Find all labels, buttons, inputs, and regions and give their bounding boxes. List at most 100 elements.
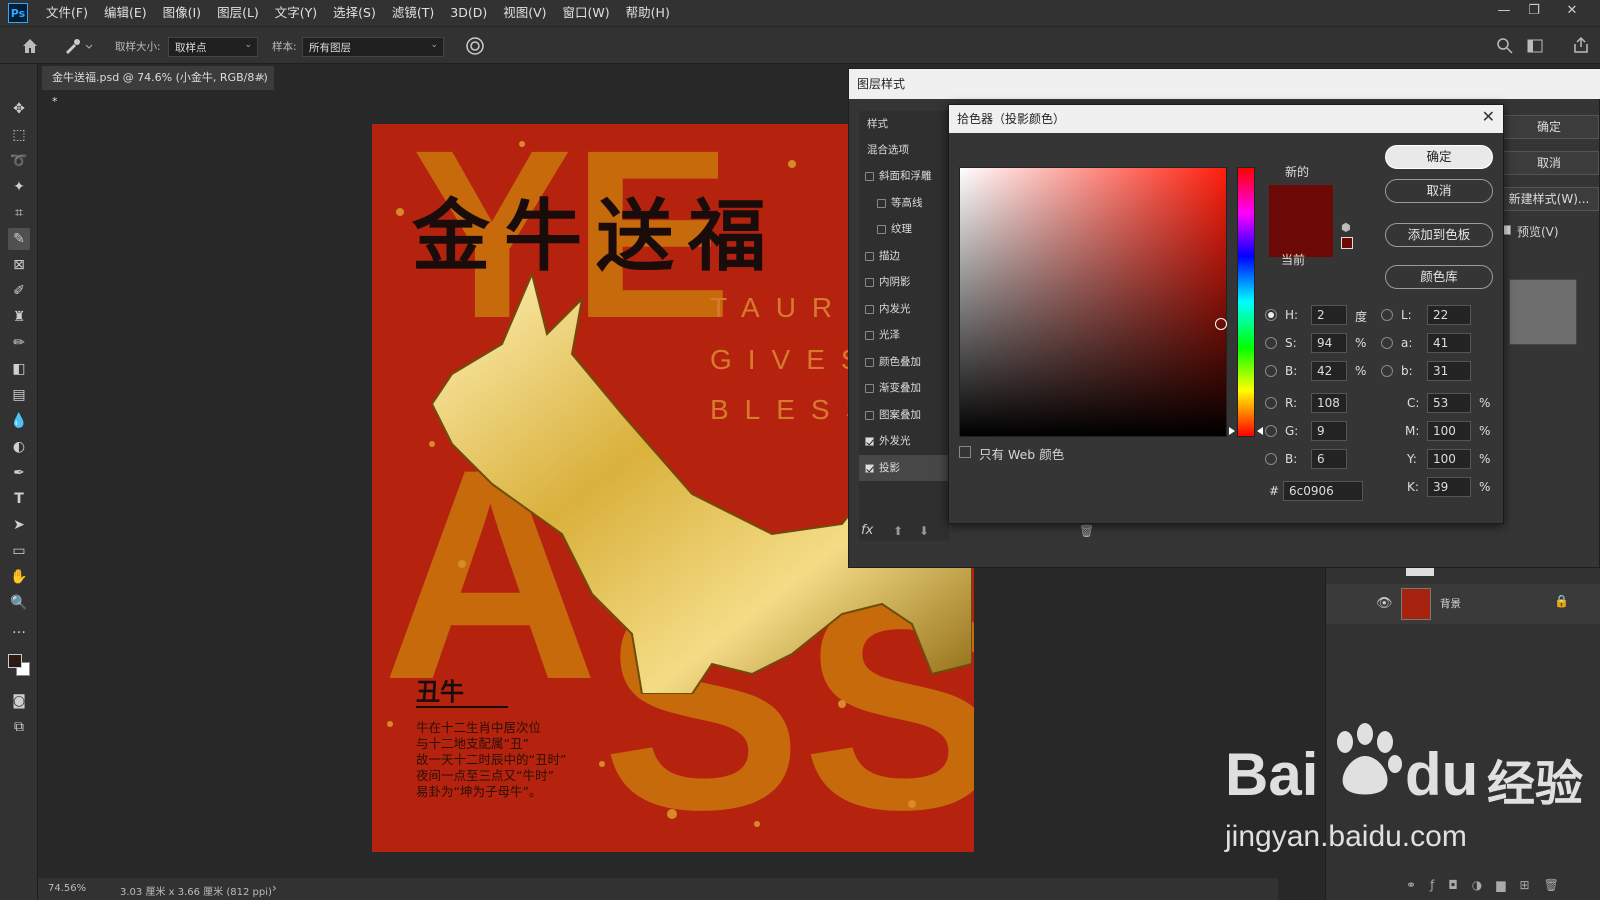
menu-image[interactable]: 图像(I) [155,0,209,26]
zoom-tool-icon[interactable]: 🔍 [8,592,30,614]
style-item[interactable]: 光泽 [859,322,949,348]
s-radio[interactable] [1265,337,1277,349]
link-layers-icon[interactable]: ⚭ [1406,878,1430,892]
style-item-checkbox[interactable] [865,278,874,287]
marquee-tool-icon[interactable]: ⬚ [8,124,30,146]
style-item[interactable]: 内发光 [859,296,949,322]
k-field[interactable]: 39 [1427,477,1471,497]
picker-ok-button[interactable]: 确定 [1385,145,1493,169]
menu-edit[interactable]: 编辑(E) [96,0,155,26]
eyedropper-tool-icon[interactable]: ✎ [8,228,30,250]
home-icon[interactable] [20,36,40,56]
styles-header[interactable]: 样式 [859,111,949,137]
web-colors-checkbox[interactable] [959,446,971,458]
fx-menu-icon[interactable]: fx [861,523,873,538]
fx-icon[interactable]: ƒ [1430,878,1448,892]
h-radio[interactable] [1265,309,1277,321]
a-field[interactable]: 41 [1427,333,1471,353]
layer-style-ok-button[interactable]: 确定 [1499,115,1599,139]
dodge-tool-icon[interactable]: ◐ [8,436,30,458]
style-item-checkbox[interactable] [865,410,874,420]
style-item-checkbox[interactable] [865,437,874,446]
close-window-icon[interactable]: ✕ [1560,3,1584,23]
l-radio[interactable] [1381,309,1393,321]
style-item-checkbox[interactable] [865,251,874,261]
rgb-b-radio[interactable] [1265,453,1277,465]
quick-mask-icon[interactable]: ◙ [8,690,30,712]
layer-row-background[interactable]: 👁 背景 🔒 [1326,584,1600,624]
l-field[interactable]: 22 [1427,305,1471,325]
menu-help[interactable]: 帮助(H) [618,0,678,26]
style-item-checkbox[interactable] [865,463,874,473]
menu-window[interactable]: 窗口(W) [555,0,618,26]
pen-tool-icon[interactable]: ✒ [8,462,30,484]
style-item[interactable]: 投影 [859,454,949,481]
h-field[interactable]: 2 [1311,305,1347,325]
lab-b-field[interactable]: 31 [1427,361,1471,381]
m-field[interactable]: 100 [1427,421,1471,441]
foreground-color-swatch[interactable] [8,654,22,668]
add-to-swatches-button[interactable]: 添加到色板 [1385,223,1493,247]
r-field[interactable]: 108 [1311,393,1347,413]
move-tool-icon[interactable]: ✥ [8,98,30,120]
new-style-button[interactable]: 新建样式(W)... [1499,187,1599,211]
blur-tool-icon[interactable]: 💧 [8,410,30,432]
style-item[interactable]: 内阴影 [859,269,949,295]
path-select-tool-icon[interactable]: ➤ [8,514,30,536]
close-icon[interactable]: ✕ [1482,107,1495,126]
s-field[interactable]: 94 [1311,333,1347,353]
sample-size-select[interactable]: 取样点 ⌄ [168,37,258,57]
status-arrow-icon[interactable]: › [272,881,277,895]
eye-visibility-icon[interactable]: 👁 [1376,596,1393,611]
move-down-icon[interactable]: ⬇ [919,524,929,538]
style-item[interactable]: 斜面和浮雕 [859,163,949,189]
frame-tool-icon[interactable]: ⊠ [8,254,30,276]
style-item[interactable]: 颜色叠加 [859,349,949,375]
close-tab-icon[interactable]: × [257,66,266,90]
saturation-brightness-field[interactable] [959,167,1227,437]
menu-view[interactable]: 视图(V) [495,0,554,26]
hue-slider-handle-left[interactable] [1229,427,1235,435]
style-item[interactable]: 纹理 [859,216,949,242]
hand-tool-icon[interactable]: ✋ [8,566,30,588]
folder-icon[interactable]: ▆ [1496,878,1519,892]
g-field[interactable]: 9 [1311,421,1347,441]
share-icon[interactable] [1572,36,1590,54]
stamp-tool-icon[interactable]: ♜ [8,306,30,328]
screen-mode-icon[interactable]: ⧉ [8,716,30,738]
eyedropper-tool-icon[interactable] [62,36,94,56]
crop-tool-icon[interactable]: ⌗ [8,202,30,224]
a-radio[interactable] [1381,337,1393,349]
color-marker[interactable] [1215,318,1227,330]
menu-select[interactable]: 选择(S) [325,0,384,26]
lasso-tool-icon[interactable]: ➰ [8,150,30,172]
r-radio[interactable] [1265,397,1277,409]
rgb-b-field[interactable]: 6 [1311,449,1347,469]
style-item-checkbox[interactable] [865,384,874,393]
style-item-checkbox[interactable] [865,357,874,367]
style-item-checkbox[interactable] [865,172,874,181]
adjustment-icon[interactable]: ◑ [1472,878,1496,892]
style-item-checkbox[interactable] [865,331,874,340]
menu-filter[interactable]: 滤镜(T) [384,0,442,26]
style-item-checkbox[interactable] [877,225,886,234]
web-safe-swatch[interactable] [1341,237,1353,249]
lab-b-radio[interactable] [1381,365,1393,377]
style-item[interactable]: 图案叠加 [859,402,949,428]
g-radio[interactable] [1265,425,1277,437]
sample-ring-icon[interactable] [465,36,485,56]
web-colors-row[interactable]: 只有 Web 颜色 [959,443,1109,462]
document-tab[interactable]: 金牛送福.psd @ 74.6% (小金牛, RGB/8#) * × [42,66,274,108]
b-radio[interactable] [1265,365,1277,377]
rectangle-tool-icon[interactable]: ▭ [8,540,30,562]
type-tool-icon[interactable]: T [8,488,30,510]
style-item-checkbox[interactable] [877,198,886,208]
menu-file[interactable]: 文件(F) [38,0,96,26]
hue-slider-handle-right[interactable] [1257,427,1263,435]
menu-3d[interactable]: 3D(D) [442,0,495,26]
minimize-icon[interactable]: — [1492,3,1516,23]
new-layer-icon[interactable]: ⊞ [1520,878,1544,892]
gamut-cube-icon[interactable]: ⬢ [1341,221,1351,234]
delete-effect-icon[interactable]: 🗑 [1079,524,1094,538]
sample-select[interactable]: 所有图层 ⌄ [302,37,444,57]
